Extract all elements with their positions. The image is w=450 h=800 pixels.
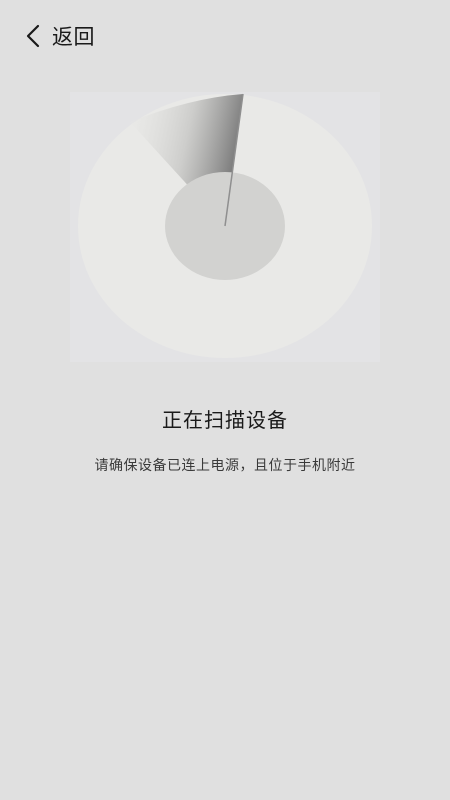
scan-title: 正在扫描设备 — [162, 408, 288, 432]
back-label: 返回 — [52, 25, 95, 49]
scan-subtitle: 请确保设备已连上电源，且位于手机附近 — [94, 458, 356, 474]
radar-graphic — [78, 93, 372, 358]
chevron-left-icon — [26, 24, 40, 48]
header-bar: 返回 — [0, 0, 450, 70]
radar-scanner — [70, 92, 380, 362]
back-button[interactable]: 返回 — [22, 18, 95, 54]
